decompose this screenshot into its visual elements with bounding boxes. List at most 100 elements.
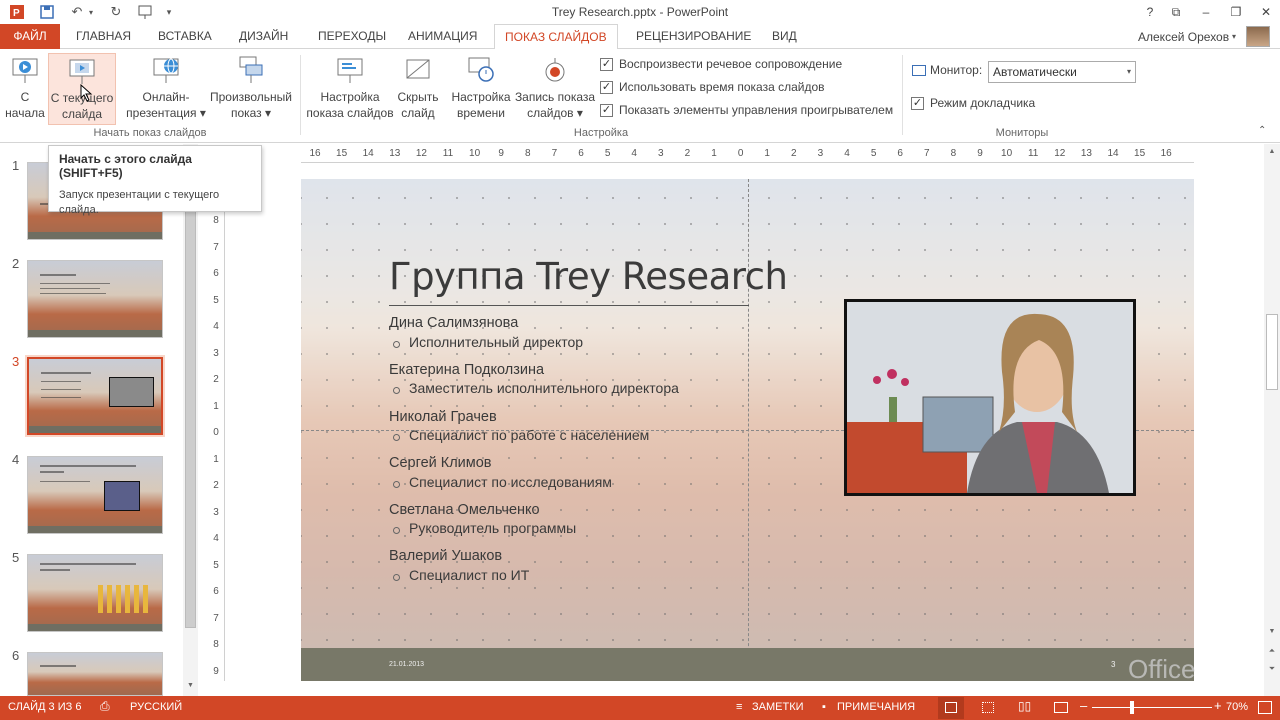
tab-review[interactable]: РЕЦЕНЗИРОВАНИЕ: [626, 24, 761, 49]
tab-insert[interactable]: ВСТАВКА: [148, 24, 222, 49]
setup-slideshow-button[interactable]: Настройка показа слайдов: [306, 53, 394, 121]
custom-show-icon: [234, 53, 268, 87]
person-name[interactable]: Николай Грачев: [389, 409, 497, 425]
record-slideshow-button[interactable]: Запись показа слайдов ▾: [514, 53, 596, 121]
fit-to-window-icon[interactable]: [1258, 701, 1272, 714]
slide-thumbnail-6[interactable]: [27, 652, 163, 696]
next-slide-icon[interactable]: ⏷: [1266, 664, 1278, 674]
collapse-ribbon-icon[interactable]: ⌃: [1258, 125, 1266, 136]
language-indicator[interactable]: РУССКИЙ: [130, 701, 182, 713]
online-presentation-button[interactable]: Онлайн- презентация ▾: [124, 53, 208, 121]
horizontal-ruler[interactable]: 16 15 14 13 12 11 10 9 8 7 6 5 4 3 2 1 0 1 2 3 4 5 6 7 8 9 10 11 12 1…: [301, 145, 1194, 163]
check-icon: ✓: [600, 57, 613, 71]
slide-thumbnail-2[interactable]: [27, 260, 163, 338]
chevron-down-icon: ▾: [1126, 67, 1131, 76]
person-role[interactable]: Заместитель исполнительного директора: [393, 380, 679, 396]
custom-show-button[interactable]: Произвольный показ ▾: [206, 53, 296, 121]
help-icon[interactable]: ?: [1138, 2, 1162, 22]
slide-sorter-icon[interactable]: [982, 702, 994, 713]
scroll-up-icon[interactable]: ▲: [1266, 148, 1278, 155]
tab-slideshow[interactable]: ПОКАЗ СЛАЙДОВ: [494, 24, 618, 50]
notes-icon[interactable]: ≡: [736, 701, 742, 713]
record-label-2: слайдов ▾: [527, 106, 583, 120]
tab-file[interactable]: ФАЙЛ: [0, 24, 60, 49]
tab-home[interactable]: ГЛАВНАЯ: [66, 24, 141, 49]
setup-checkboxes: ✓ Воспроизвести речевое сопровождение ✓ Ис…: [600, 55, 893, 119]
main-scrollbar[interactable]: ▲ ▼ ⏶ ⏷: [1264, 144, 1280, 696]
person-role[interactable]: Исполнительный директор: [392, 334, 583, 350]
slide[interactable]: Группа Trey Research Дина Салимзянова Ис…: [301, 179, 1194, 681]
comments-button[interactable]: ПРИМЕЧАНИЯ: [837, 701, 915, 713]
person-role[interactable]: Специалист по работе с населением: [392, 427, 649, 443]
spellcheck-icon[interactable]: ⎙: [100, 699, 110, 714]
close-icon[interactable]: ✕: [1254, 2, 1278, 22]
ribbon-display-icon[interactable]: ⧉: [1164, 2, 1188, 22]
slide-title[interactable]: Группа Trey Research: [389, 255, 788, 298]
record-icon: [538, 53, 572, 87]
custom-label-1: Произвольный: [209, 90, 293, 104]
ruler-tick-label: 2: [791, 148, 797, 159]
ruler-tick-label: 6: [897, 148, 903, 159]
notes-button[interactable]: ЗАМЕТКИ: [752, 701, 804, 713]
thumbnail-number: 2: [12, 256, 20, 271]
slideshow-view-icon[interactable]: [1054, 702, 1068, 713]
slide-thumbnail-3[interactable]: [27, 357, 163, 435]
hide-slide-button[interactable]: Скрыть слайд: [394, 53, 442, 121]
from-current-label-2: слайда: [61, 107, 103, 121]
zoom-slider[interactable]: [1092, 707, 1212, 708]
tab-animation[interactable]: АНИМАЦИЯ: [398, 24, 487, 49]
previous-slide-icon[interactable]: ⏶: [1266, 646, 1278, 656]
slide-date[interactable]: 21.01.2013: [389, 661, 424, 668]
setup-label-1: Настройка: [320, 90, 380, 104]
from-beginning-label-2: начала: [5, 106, 45, 120]
maximize-icon[interactable]: ❐: [1224, 2, 1248, 22]
zoom-slider-thumb[interactable]: [1130, 701, 1134, 714]
use-timings-checkbox[interactable]: ✓ Использовать время показа слайдов: [600, 78, 893, 96]
person-role[interactable]: Руководитель программы: [392, 520, 576, 536]
from-beginning-button[interactable]: С начала: [4, 53, 46, 121]
slide-number[interactable]: 3: [1111, 660, 1115, 669]
ruler-tick-label: 5: [604, 148, 611, 159]
tab-transitions[interactable]: ПЕРЕХОДЫ: [308, 24, 396, 49]
user-dropdown-icon[interactable]: ▾: [1232, 32, 1236, 41]
person-name[interactable]: Валерий Ушаков: [389, 548, 502, 564]
slide-thumbnail-4[interactable]: [27, 456, 163, 534]
avatar[interactable]: [1246, 26, 1270, 47]
zoom-out-icon[interactable]: –: [1080, 698, 1087, 713]
person-name[interactable]: Дина Салимзянова: [389, 315, 518, 331]
tab-view[interactable]: ВИД: [762, 24, 807, 49]
scroll-down-icon[interactable]: ▼: [1266, 628, 1278, 635]
narration-label: Воспроизвести речевое сопровождение: [619, 57, 843, 71]
monitor-select[interactable]: Автоматически ▾: [988, 61, 1136, 83]
zoom-in-icon[interactable]: +: [1214, 698, 1222, 713]
tab-design[interactable]: ДИЗАЙН: [229, 24, 298, 49]
office-watermark: Office: [1128, 654, 1196, 684]
narration-checkbox[interactable]: ✓ Воспроизвести речевое сопровождение: [600, 55, 893, 73]
person-role[interactable]: Специалист по исследованиям: [393, 474, 612, 490]
person-role[interactable]: Специалист по ИТ: [392, 567, 529, 583]
document-title: Trey Research.pptx - PowerPoint: [551, 5, 729, 19]
record-label-1: Запись показа: [514, 90, 596, 104]
scrollbar-thumb[interactable]: [1266, 314, 1278, 390]
normal-view-button[interactable]: [938, 697, 964, 719]
comments-icon[interactable]: ▪: [822, 701, 826, 713]
portrait-photo[interactable]: [844, 299, 1136, 496]
scrollbar-thumb[interactable]: [185, 158, 196, 628]
person-name[interactable]: Екатерина Подколзина: [389, 362, 544, 378]
scroll-down-icon[interactable]: ▼: [185, 682, 196, 690]
slide-thumbnail-5[interactable]: [27, 554, 163, 632]
media-controls-checkbox[interactable]: ✓ Показать элементы управления проигрыват…: [600, 101, 893, 119]
thumbnails-scrollbar[interactable]: ▲ ▼: [183, 144, 198, 696]
vertical-ruler[interactable]: 876543210123456789: [207, 179, 225, 681]
ruler-tick-label: 1: [711, 148, 717, 159]
slide-counter[interactable]: СЛАЙД 3 ИЗ 6: [8, 701, 81, 713]
person-name[interactable]: Светлана Омельченко: [389, 502, 540, 518]
group-label-monitors: Мониторы: [995, 127, 1049, 139]
person-name[interactable]: Сергей Климов: [389, 455, 492, 471]
user-name[interactable]: Алексей Орехов: [1138, 30, 1229, 44]
reading-view-icon[interactable]: ▯▯: [1018, 699, 1031, 713]
zoom-level[interactable]: 70%: [1226, 701, 1248, 713]
presenter-view-checkbox[interactable]: ✓ Режим докладчика: [911, 94, 1035, 112]
rehearse-timings-button[interactable]: Настройка времени: [450, 53, 512, 121]
minimize-icon[interactable]: –: [1194, 2, 1218, 22]
